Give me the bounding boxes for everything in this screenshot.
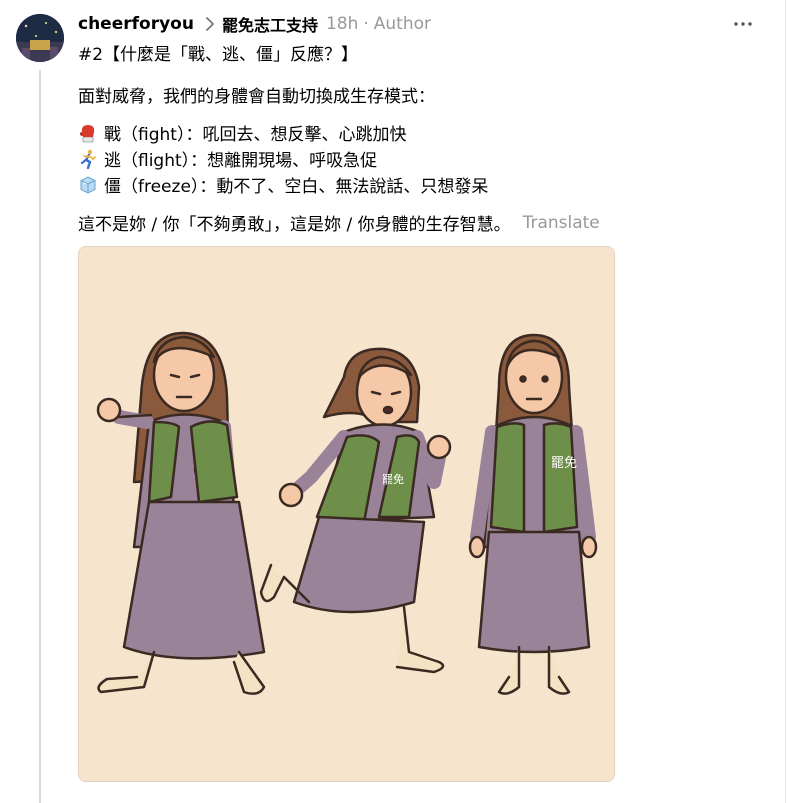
username-link[interactable]: cheerforyou [78, 14, 194, 34]
response-flight: 逃（flight）：想離開現場、呼吸急促 [78, 146, 377, 171]
thread-post: cheerforyou 罷免志工支持 18h · Author #2【什麼是「戰… [0, 0, 786, 803]
response-fight-text: 戰（fight）：吼回去、想反擊、心跳加快 [104, 125, 407, 145]
post-conclusion: 這不是妳 / 你「不夠勇敢」，這是妳 / 你身體的生存智慧。 [78, 215, 511, 235]
author-badge: Author [373, 14, 432, 34]
post-intro: 面對威脅，我們的身體會自動切換成生存模式： [78, 87, 435, 107]
vest-text-flight: 罷免 [382, 472, 404, 486]
response-fight: 戰（fight）：吼回去、想反擊、心跳加快 [78, 120, 406, 145]
vest-text-freeze: 罷免 [551, 456, 577, 471]
post-header: cheerforyou 罷免志工支持 18h · Author [78, 12, 431, 36]
post-image[interactable]: 罷免 罷免 [78, 246, 615, 782]
more-dots-icon [734, 22, 752, 26]
response-flight-text: 逃（flight）：想離開現場、呼吸急促 [104, 151, 378, 171]
avatar-image [16, 14, 64, 62]
post-time: 18h [325, 14, 359, 34]
response-freeze-text: 僵（freeze）：動不了、空白、無法說話、只想發呆 [104, 177, 489, 197]
chevron-right-icon [206, 17, 214, 31]
running-person-icon [78, 149, 98, 169]
more-options-button[interactable] [730, 14, 756, 34]
thread-line [39, 70, 41, 803]
response-freeze: 僵（freeze）：動不了、空白、無法說話、只想發呆 [78, 172, 488, 197]
post-conclusion-row: 這不是妳 / 你「不夠勇敢」，這是妳 / 你身體的生存智慧。 Translate [78, 210, 600, 236]
post-title: #2【什麼是「戰、逃、僵」反應？】 [78, 45, 359, 65]
avatar[interactable] [16, 14, 64, 62]
topic-link[interactable]: 罷免志工支持 [222, 12, 318, 36]
meta-separator: · [363, 14, 369, 34]
ice-cube-icon [78, 175, 98, 195]
translate-link[interactable]: Translate [523, 213, 600, 233]
fight-flight-freeze-illustration: 罷免 罷免 [79, 247, 614, 781]
boxing-glove-icon [78, 123, 98, 143]
